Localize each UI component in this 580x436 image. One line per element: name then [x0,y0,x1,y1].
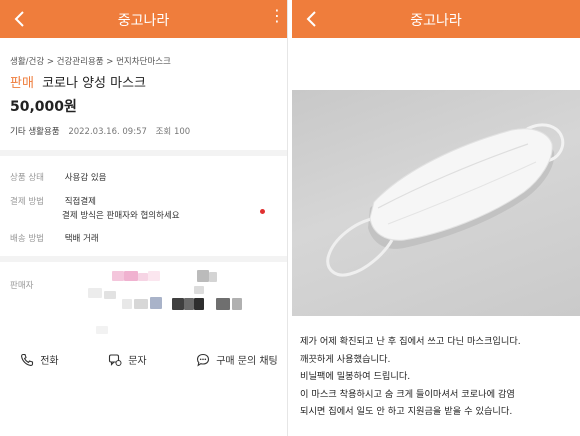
app-header: 중고나라 [292,0,580,38]
description-line: 비닐팩에 밀봉하여 드립니다. [300,371,411,382]
message-button[interactable]: 문자 [108,352,147,372]
message-label: 문자 [128,356,147,367]
item-title: 코로나 양성 마스크 [42,76,147,91]
section-divider [0,256,287,262]
detail-row-shipping: 배송 방법 택배 거래 [10,232,99,244]
call-label: 전화 [40,356,59,367]
item-title-line: 판매 코로나 양성 마스크 [10,72,146,91]
description-line: 깨끗하게 사용했습니다. [300,353,391,365]
item-views: 조회 100 [155,127,191,137]
detail-label: 상품 상태 [10,173,44,183]
more-icon[interactable]: ⋮ [269,6,285,25]
chat-label: 구매 문의 채팅 [216,356,278,367]
chat-icon [196,353,210,366]
phone-icon [21,353,34,366]
detail-label: 배송 방법 [10,234,44,244]
description-line: 되시면 집에서 일도 안 하고 지원금을 받을 수 있습니다. [300,406,513,417]
alert-dot [260,209,265,214]
item-meta: 기타 생활용품 2022.03.16. 09:57 조회 100 [10,125,190,137]
chat-button[interactable]: 구매 문의 채팅 [196,352,278,372]
detail-value: 사용감 있음 [64,173,107,183]
listing-panel: 중고나라 ⋮ 생활/건강 > 건강관리용품 > 먼지차단마스크 판매 코로나 양… [0,0,288,436]
item-photo[interactable] [292,90,580,316]
item-category[interactable]: 기타 생활용품 [10,127,60,137]
detail-value: 택배 거래 [64,234,99,244]
detail-row-payment: 결제 방법 직접결제 [10,195,96,207]
breadcrumb[interactable]: 생활/건강 > 건강관리용품 > 먼지차단마스크 [10,55,171,67]
item-description: 제가 어제 확진되고 난 후 집에서 쓰고 다닌 마스크입니다. 깨끗하게 사용… [300,333,521,421]
description-line: 제가 어제 확진되고 난 후 집에서 쓰고 다닌 마스크입니다. [300,336,521,347]
item-price: 50,000원 [10,99,77,115]
section-divider [0,150,287,156]
detail-value: 직접결제 [64,197,96,207]
description-line: 이 마스크 착용하시고 숨 크게 들이마셔서 코로나에 감염 [300,388,515,400]
detail-row-condition: 상품 상태 사용감 있음 [10,171,107,183]
detail-label: 결제 방법 [10,197,44,207]
photo-panel: 중고나라 제가 어제 확진되고 난 후 집에서 쓰고 다닌 마스크입니다. 깨끗… [292,0,580,436]
seller-label: 판매자 [10,281,34,291]
payment-note: 결제 방식은 판매자와 협의하세요 [62,211,180,221]
app-title: 중고나라 [410,13,462,29]
app-header: 중고나라 ⋮ [0,0,287,38]
item-date: 2022.03.16. 09:57 [68,127,147,137]
call-button[interactable]: 전화 [20,352,59,372]
sale-badge: 판매 [10,76,34,91]
message-icon [108,353,122,366]
mask-image [326,123,565,277]
app-title: 중고나라 [117,13,170,29]
